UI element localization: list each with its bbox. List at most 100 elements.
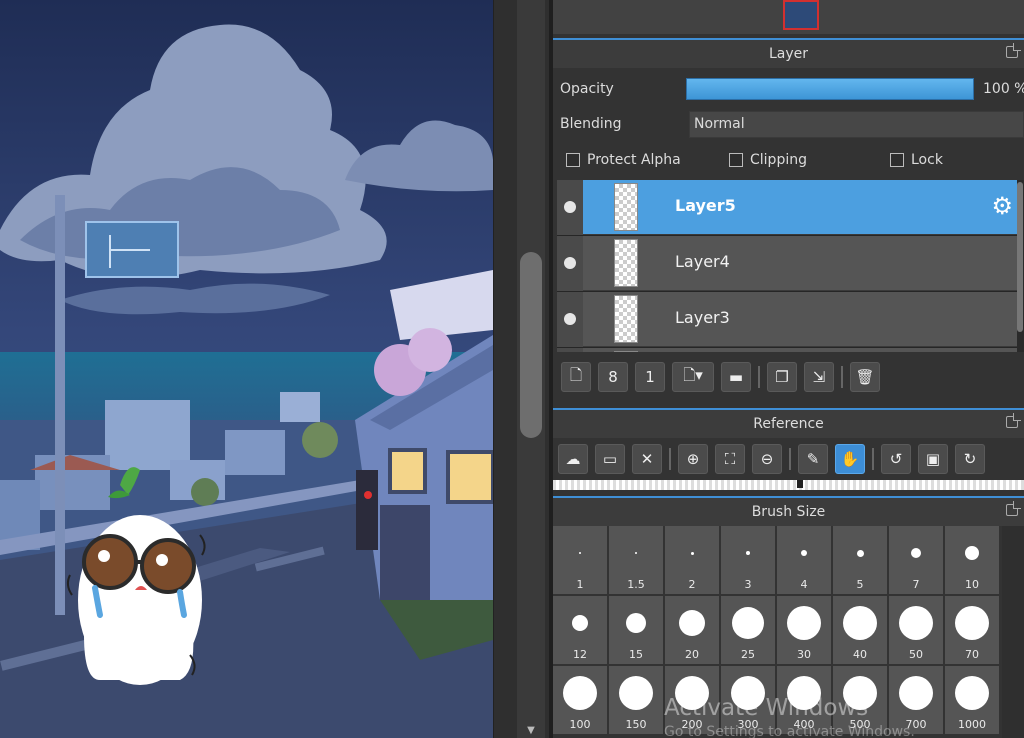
new-8bit-layer-icon[interactable]: 8: [598, 362, 628, 392]
layer-toolbar: 🗋 8 1 🗋▾ ▬ ❐ ⇲ 🗑: [561, 362, 887, 392]
toolbar-separator: [758, 366, 760, 388]
blending-select[interactable]: Normal: [689, 111, 1024, 138]
opacity-value: 100 %: [983, 81, 1024, 97]
open-folder-icon[interactable]: ▭: [595, 444, 625, 474]
zoom-in-icon[interactable]: ⊕: [678, 444, 708, 474]
brush-size-cell[interactable]: 10: [945, 526, 999, 594]
brush-dot-icon: [626, 613, 646, 633]
checkbox-box[interactable]: [566, 153, 580, 167]
protect-alpha-label: Protect Alpha: [587, 152, 681, 168]
popout-icon[interactable]: [1006, 504, 1018, 516]
brush-size-cell[interactable]: 1: [553, 526, 607, 594]
brush-dot-icon: [787, 606, 821, 640]
brush-size-label: 7: [912, 578, 920, 591]
brush-size-label: 1: [576, 578, 584, 591]
reference-handle[interactable]: [797, 480, 803, 488]
layer-list: Layer5 ⚙ Layer4 Layer3: [557, 180, 1017, 352]
layer-panel-title: Layer: [768, 46, 809, 62]
brush-size-cell[interactable]: 150: [609, 666, 663, 734]
layer-row-layer3[interactable]: Layer3: [557, 292, 1017, 347]
delete-layer-icon[interactable]: 🗑: [850, 362, 880, 392]
rotate-left-icon[interactable]: ↺: [881, 444, 911, 474]
folder-icon[interactable]: ▬: [721, 362, 751, 392]
reference-toolbar: ☁ ▭ ✕ ⊕ ⛶ ⊖ ✎ ✋ ↺ ▣ ↻: [558, 444, 992, 474]
brush-size-cell[interactable]: 70: [945, 596, 999, 664]
brush-size-label: 50: [909, 648, 923, 661]
reset-icon[interactable]: ▣: [918, 444, 948, 474]
reference-panel-header: Reference: [553, 408, 1024, 438]
app-window: ▼ Layer Opacity 100 % Blending Normal Pr…: [0, 0, 1024, 738]
brush-dot-icon: [899, 676, 933, 710]
lock-checkbox[interactable]: Lock: [890, 152, 943, 168]
layer-thumbnail: [614, 239, 638, 287]
visibility-toggle[interactable]: [557, 348, 583, 352]
lock-label: Lock: [911, 152, 943, 168]
visibility-toggle[interactable]: [557, 180, 583, 235]
new-layer-icon[interactable]: 🗋: [561, 362, 591, 392]
checkbox-box[interactable]: [890, 153, 904, 167]
add-layer-menu-icon[interactable]: 🗋▾: [672, 362, 714, 392]
navigator-thumbnail[interactable]: [783, 0, 819, 30]
brush-size-cell[interactable]: 5: [833, 526, 887, 594]
reference-preview[interactable]: [553, 480, 1024, 490]
new-1bit-layer-icon[interactable]: 1: [635, 362, 665, 392]
drawing-canvas[interactable]: [0, 0, 493, 738]
popout-icon[interactable]: [1006, 416, 1018, 428]
visibility-dot-icon: [564, 257, 576, 269]
merge-layer-icon[interactable]: ⇲: [804, 362, 834, 392]
brush-size-cell[interactable]: 4: [777, 526, 831, 594]
layer-row-layer5[interactable]: Layer5 ⚙: [557, 180, 1017, 235]
brush-size-cell[interactable]: 40: [833, 596, 887, 664]
brush-dot-icon: [679, 610, 705, 636]
zoom-out-icon[interactable]: ⊖: [752, 444, 782, 474]
brush-size-cell[interactable]: 100: [553, 666, 607, 734]
brush-size-cell[interactable]: 7: [889, 526, 943, 594]
activation-watermark-subtext: Go to Settings to activate Windows.: [664, 724, 915, 738]
brush-size-cell[interactable]: 25: [721, 596, 775, 664]
brush-size-label: 1.5: [627, 578, 645, 591]
brush-size-cell[interactable]: 20: [665, 596, 719, 664]
layer-row-partial[interactable]: [557, 348, 1017, 352]
brush-size-label: 5: [856, 578, 864, 591]
brush-dot-icon: [690, 551, 694, 555]
visibility-toggle[interactable]: [557, 292, 583, 347]
brush-size-label: 40: [853, 648, 867, 661]
fit-icon[interactable]: ⛶: [715, 444, 745, 474]
visibility-toggle[interactable]: [557, 236, 583, 291]
duplicate-layer-icon[interactable]: ❐: [767, 362, 797, 392]
opacity-slider[interactable]: [686, 78, 974, 100]
gear-icon[interactable]: ⚙: [991, 194, 1013, 218]
brush-size-label: 70: [965, 648, 979, 661]
brush-dot-icon: [746, 551, 750, 555]
hand-icon[interactable]: ✋: [835, 444, 865, 474]
brush-size-cell[interactable]: 15: [609, 596, 663, 664]
layer-thumbnail: [614, 295, 638, 343]
layer-list-scroll-thumb[interactable]: [1017, 182, 1023, 332]
brush-dot-icon: [955, 606, 989, 640]
close-icon[interactable]: ✕: [632, 444, 662, 474]
canvas-scroll-thumb[interactable]: [520, 252, 542, 438]
brush-size-label: 2: [688, 578, 696, 591]
rotate-right-icon[interactable]: ↻: [955, 444, 985, 474]
clipping-checkbox[interactable]: Clipping: [729, 152, 807, 168]
eyedropper-icon[interactable]: ✎: [798, 444, 828, 474]
brush-size-cell[interactable]: 1.5: [609, 526, 663, 594]
import-cloud-icon[interactable]: ☁: [558, 444, 588, 474]
brush-size-cell[interactable]: 3: [721, 526, 775, 594]
brush-grid-scrollbar[interactable]: [1002, 526, 1024, 738]
checkbox-box[interactable]: [729, 153, 743, 167]
protect-alpha-checkbox[interactable]: Protect Alpha: [566, 152, 681, 168]
layer-name: Layer5: [675, 196, 736, 215]
brush-size-cell[interactable]: 2: [665, 526, 719, 594]
brush-dot-icon: [911, 548, 921, 558]
brush-size-cell[interactable]: 30: [777, 596, 831, 664]
scroll-down-arrow-icon[interactable]: ▼: [520, 724, 542, 738]
brush-size-cell[interactable]: 12: [553, 596, 607, 664]
popout-icon[interactable]: [1006, 46, 1018, 58]
brush-size-label: 12: [573, 648, 587, 661]
activation-watermark: Activate Windows: [664, 695, 869, 721]
brush-dot-icon: [572, 615, 588, 631]
brush-size-cell[interactable]: 1000: [945, 666, 999, 734]
layer-row-layer4[interactable]: Layer4: [557, 236, 1017, 291]
brush-size-cell[interactable]: 50: [889, 596, 943, 664]
